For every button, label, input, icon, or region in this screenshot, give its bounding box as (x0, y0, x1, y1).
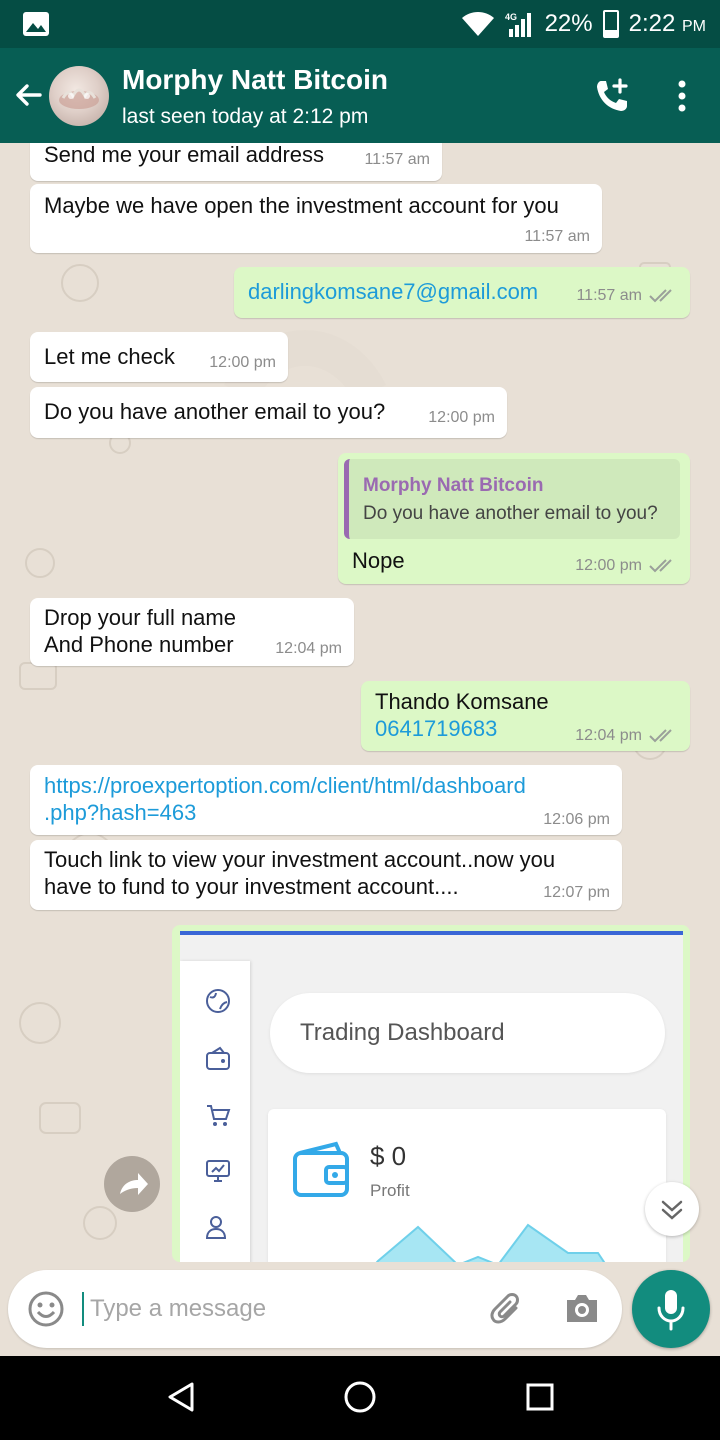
forward-icon (120, 1173, 148, 1195)
quoted-text: Do you have another email to you? (363, 503, 658, 524)
voice-message-button[interactable] (632, 1270, 710, 1348)
message-text: Do you have another email to you? (44, 399, 386, 424)
user-icon (205, 1216, 227, 1239)
network-type-label: 4G (505, 12, 517, 22)
message-time: 12:04 pm (575, 727, 642, 744)
status-bar: 4G 22% 2:22 PM (0, 0, 720, 48)
message-bubble[interactable]: Morphy Natt Bitcoin Do you have another … (338, 453, 690, 584)
emoji-icon[interactable] (26, 1289, 66, 1329)
message-input[interactable] (90, 1286, 470, 1332)
read-receipt-icon (649, 729, 672, 743)
message-bubble[interactable]: Do you have another email to you? 12:00 … (30, 387, 507, 438)
message-time: 12:00 pm (575, 557, 642, 574)
read-receipt-icon (649, 559, 672, 573)
read-receipt-icon (649, 289, 672, 303)
wallet-icon (293, 1141, 349, 1197)
message-bubble[interactable]: Touch link to view your investment accou… (30, 840, 622, 910)
nav-recents-icon[interactable] (524, 1380, 556, 1414)
message-time: 12:00 pm (428, 409, 495, 426)
dashboard-screenshot-image[interactable]: Trading Dashboard $ 0 Profit (180, 931, 683, 1262)
message-bubble[interactable]: https://proexpertoption.com/client/html/… (30, 765, 622, 835)
message-time: 11:57 am (576, 287, 642, 304)
contact-name[interactable]: Morphy Natt Bitcoin (122, 64, 388, 96)
quoted-sender: Morphy Natt Bitcoin (363, 475, 544, 496)
message-bubble[interactable]: Maybe we have open the investment accoun… (30, 184, 602, 253)
globe-icon (206, 989, 230, 1013)
message-text: Nope (352, 548, 405, 573)
message-time: 11:57 am (364, 151, 430, 168)
scroll-to-bottom-button[interactable] (645, 1182, 699, 1236)
profit-sparkline (375, 1223, 606, 1262)
forward-button[interactable] (104, 1156, 160, 1212)
message-time: 12:00 pm (209, 354, 276, 371)
message-text: Maybe we have open the investment accoun… (44, 193, 559, 218)
profit-card: $ 0 Profit (268, 1109, 666, 1262)
mic-icon (657, 1290, 685, 1331)
message-text: Drop your full name And Phone number (44, 605, 236, 657)
message-time: 12:07 pm (543, 884, 610, 901)
system-nav-bar (0, 1356, 720, 1440)
message-bubble[interactable]: Drop your full name And Phone number 12:… (30, 598, 354, 666)
cart-icon (207, 1105, 231, 1126)
email-link[interactable]: darlingkomsane7@gmail.com (248, 278, 538, 305)
profit-value: $ 0 (370, 1141, 407, 1171)
battery-percent: 22% (544, 10, 593, 37)
message-bubble[interactable]: Thando Komsane 0641719683 12:04 pm (361, 681, 690, 751)
dashboard-title-card: Trading Dashboard (270, 993, 665, 1073)
double-chevron-down-icon (661, 1200, 683, 1220)
url-link[interactable]: https://proexpertoption.com/client/html/… (44, 772, 526, 826)
message-text: Touch link to view your investment accou… (44, 847, 556, 899)
message-bubble[interactable]: Let me check 12:00 pm (30, 332, 288, 382)
nav-back-icon[interactable] (164, 1380, 198, 1414)
message-text: Let me check (44, 344, 175, 369)
wifi-icon (461, 12, 494, 36)
last-seen-status: last seen today at 2:12 pm (122, 105, 369, 128)
message-time: 12:04 pm (275, 640, 342, 657)
attach-icon[interactable] (488, 1290, 526, 1328)
quoted-message[interactable]: Morphy Natt Bitcoin Do you have another … (344, 459, 680, 539)
gallery-notification-icon (23, 12, 49, 36)
monitor-icon (206, 1160, 230, 1182)
message-bubble[interactable]: Send me your email address 11:57 am (30, 143, 442, 181)
avatar[interactable] (49, 66, 109, 126)
message-input-bar (0, 1262, 720, 1356)
camera-icon[interactable] (563, 1290, 601, 1326)
message-text: Send me your email address (44, 143, 325, 167)
dashboard-top-bar (180, 931, 683, 935)
message-input-container[interactable] (8, 1270, 622, 1348)
message-text: Thando Komsane (375, 689, 549, 714)
status-time: 2:22 PM (628, 10, 706, 37)
phone-number-link[interactable]: 0641719683 (375, 715, 497, 742)
dashboard-sidebar (180, 961, 250, 1262)
nav-home-icon[interactable] (343, 1380, 377, 1414)
add-call-icon[interactable] (592, 76, 632, 116)
dashboard-title: Trading Dashboard (300, 1019, 505, 1046)
message-bubble[interactable]: darlingkomsane7@gmail.com 11:57 am (234, 267, 690, 318)
chat-header: Morphy Natt Bitcoin last seen today at 2… (0, 48, 720, 143)
chat-area[interactable]: Send me your email address 11:57 am Mayb… (0, 143, 720, 1262)
battery-icon (602, 10, 619, 38)
message-time: 11:57 am (524, 228, 590, 245)
text-caret (82, 1292, 84, 1326)
more-vert-icon[interactable] (668, 78, 696, 114)
wallet-icon (206, 1046, 230, 1070)
back-arrow-icon[interactable] (10, 78, 46, 114)
signal-icon: 4G (505, 12, 531, 37)
profit-label: Profit (370, 1181, 410, 1200)
message-time: 12:06 pm (543, 811, 610, 828)
